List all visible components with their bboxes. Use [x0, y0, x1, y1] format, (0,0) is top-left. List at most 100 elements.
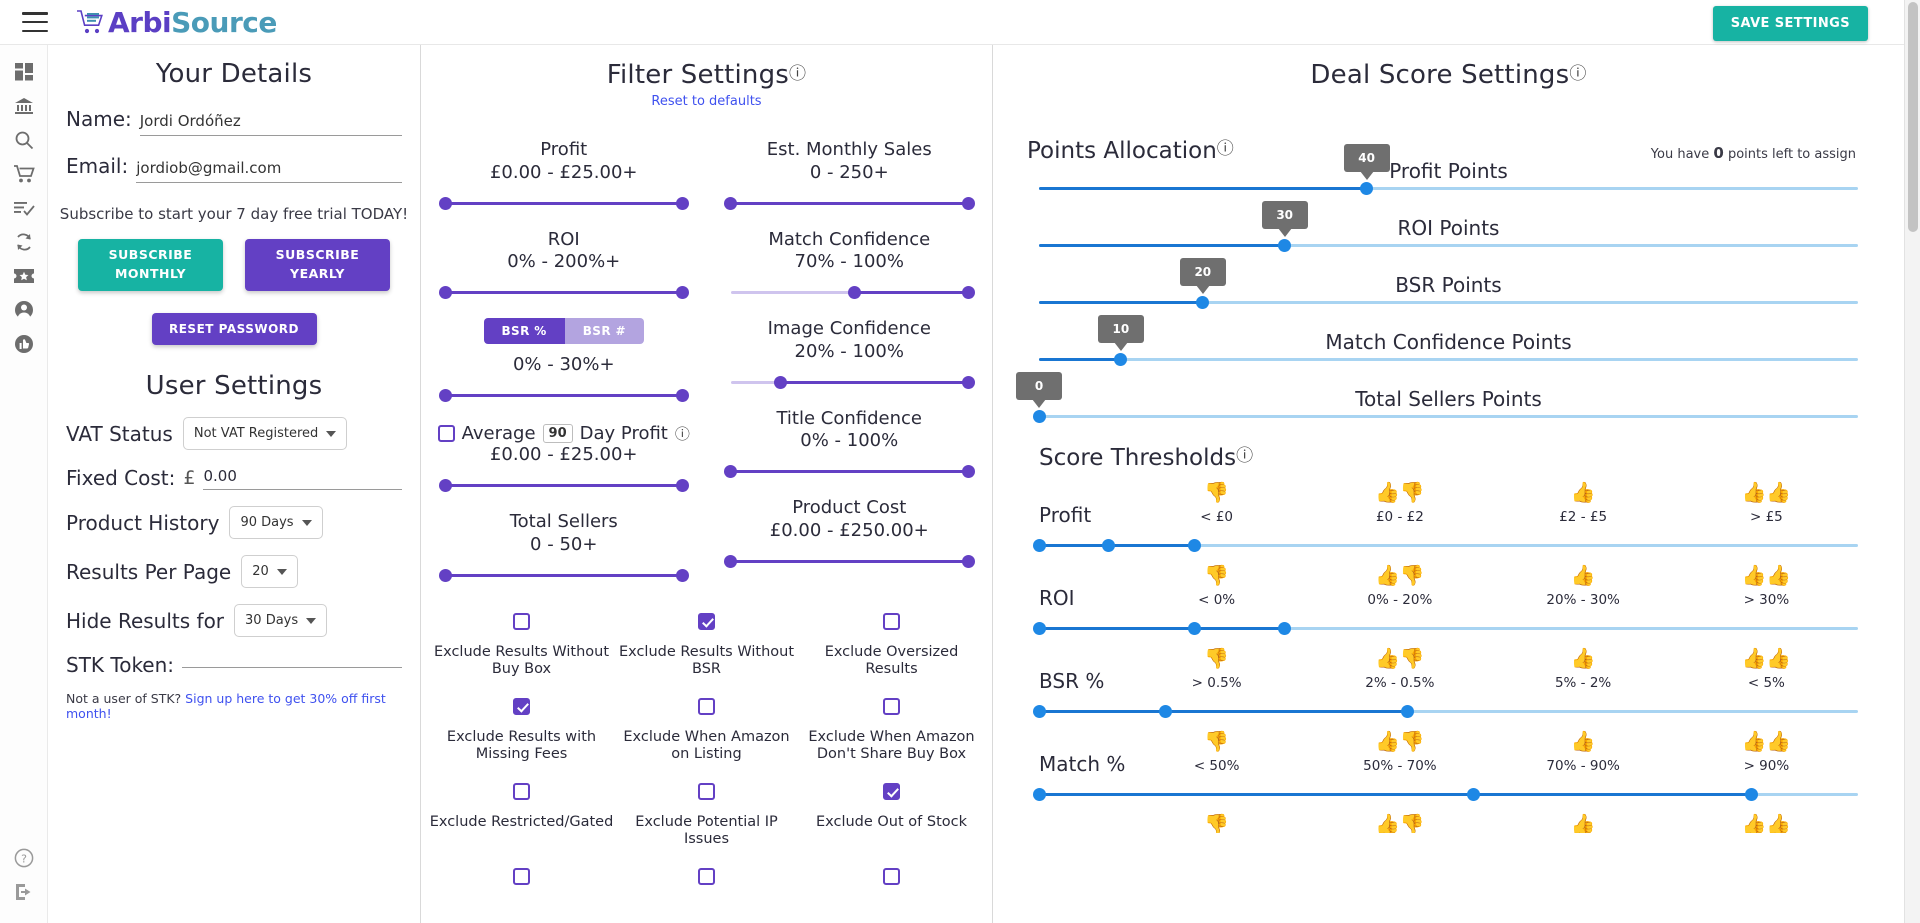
exclude-restricted-checkbox[interactable] — [513, 783, 530, 800]
product-cost-slider[interactable] — [731, 551, 969, 573]
exclude-ip-issues-checkbox[interactable] — [698, 783, 715, 800]
checkbox-cell: Exclude Results with Missing Fees — [429, 698, 614, 763]
trial-text: Subscribe to start your 7 day free trial… — [48, 205, 420, 223]
product-history-value: 90 Days — [240, 515, 293, 530]
hamburger-icon[interactable] — [22, 12, 48, 32]
cart-icon — [76, 8, 106, 36]
profit-points-slider[interactable] — [1039, 182, 1858, 196]
threshold-profit-slider[interactable] — [1039, 539, 1858, 553]
threshold-caption: £2 - £5 — [1492, 509, 1675, 525]
thumbs-up-double-icon: 👍👍 — [1675, 730, 1858, 756]
match-confidence-filter: Match Confidence 70% - 100% — [723, 229, 977, 305]
total-sellers-slider[interactable] — [445, 565, 683, 587]
checkbox-cell: Exclude When Amazon Don't Share Buy Box — [799, 698, 984, 763]
threshold-cell: 👎 < £0 — [1125, 481, 1308, 525]
bsr-value: 0% - 30%+ — [437, 354, 691, 375]
sidebar-item-deals[interactable] — [7, 259, 41, 293]
exclude-amazon-buybox-checkbox[interactable] — [883, 698, 900, 715]
bsr-number-tab[interactable]: BSR # — [565, 318, 644, 344]
threshold-bsr-name: BSR % — [1039, 669, 1104, 693]
name-input[interactable]: Jordi Ordóñez — [140, 112, 402, 136]
exclude-no-bsr-checkbox[interactable] — [698, 613, 715, 630]
extra-checkbox-c[interactable] — [883, 868, 900, 885]
sidebar-item-account[interactable] — [7, 293, 41, 327]
threshold-match-name: Match % — [1039, 752, 1125, 776]
checkbox-cell: Exclude Potential IP Issues — [614, 783, 799, 848]
sidebar-item-list-check[interactable] — [7, 191, 41, 225]
results-per-page-select[interactable]: 20 — [241, 555, 298, 588]
threshold-caption: < £0 — [1125, 509, 1308, 525]
subscribe-monthly-button[interactable]: SUBSCRIBE MONTHLY — [78, 239, 223, 291]
thumbs-up-double-icon: 👍👍 — [1675, 481, 1858, 507]
match-confidence-slider[interactable] — [731, 282, 969, 304]
exclude-no-buybox-checkbox[interactable] — [513, 613, 530, 630]
help-icon[interactable]: ⓘ — [789, 64, 806, 84]
scrollbar-thumb[interactable] — [1908, 2, 1918, 232]
fixed-cost-input[interactable]: 0.00 — [203, 467, 402, 490]
reset-to-defaults-link[interactable]: Reset to defaults — [421, 94, 992, 109]
average-profit-slider[interactable] — [445, 475, 683, 497]
sidebar-item-feedback[interactable] — [7, 327, 41, 361]
extra-checkbox-a[interactable] — [513, 868, 530, 885]
help-icon[interactable]: ⓘ — [675, 423, 690, 444]
profit-slider[interactable] — [445, 193, 683, 215]
help-icon[interactable]: ⓘ — [1236, 446, 1253, 466]
hide-results-select[interactable]: 30 Days — [234, 604, 327, 637]
fixed-cost-label: Fixed Cost: — [66, 466, 175, 490]
exclude-missing-fees-checkbox[interactable] — [513, 698, 530, 715]
sidebar-item-cart[interactable] — [7, 157, 41, 191]
account-icon — [14, 300, 34, 320]
match-confidence-points-slider[interactable] — [1039, 353, 1858, 367]
bsr-slider[interactable] — [445, 385, 683, 407]
total-sellers-points-slider[interactable] — [1039, 410, 1858, 424]
stk-token-input[interactable] — [182, 663, 402, 668]
match-confidence-points-row: Match Confidence Points 10 — [1039, 309, 1858, 366]
profit-filter: Profit £0.00 - £25.00+ — [437, 139, 691, 215]
profit-value: £0.00 - £25.00+ — [437, 162, 691, 183]
product-history-select[interactable]: 90 Days — [229, 506, 322, 539]
roi-slider[interactable] — [445, 282, 683, 304]
extra-checkbox-b[interactable] — [698, 868, 715, 885]
bsr-points-slider[interactable] — [1039, 296, 1858, 310]
threshold-cell: 👍👎 — [1308, 813, 1491, 833]
sidebar-item-help[interactable]: ? — [7, 841, 41, 875]
title-confidence-filter: Title Confidence 0% - 100% — [723, 408, 977, 484]
total-sellers-points-label: Total Sellers Points — [1355, 387, 1542, 411]
sidebar-item-dashboard[interactable] — [7, 55, 41, 89]
email-input[interactable]: jordiob@gmail.com — [136, 159, 402, 183]
threshold-row-partial: 👎 👍👎 👍 👍👍 — [1039, 813, 1858, 833]
sidebar-item-bank[interactable] — [7, 89, 41, 123]
title-confidence-slider[interactable] — [731, 461, 969, 483]
match-confidence-label: Match Confidence — [723, 229, 977, 252]
vat-status-select[interactable]: Not VAT Registered — [183, 417, 347, 450]
your-details-column: Your Details Name: Jordi Ordóñez Email: … — [48, 45, 420, 923]
brand-logo[interactable]: ArbiSource — [76, 6, 277, 39]
threshold-match-slider[interactable] — [1039, 788, 1858, 802]
help-icon[interactable]: ⓘ — [1569, 64, 1586, 84]
average-day-profit-checkbox[interactable] — [438, 425, 455, 442]
dashboard-icon — [14, 62, 34, 82]
average-days-input[interactable]: 90 — [543, 424, 573, 443]
threshold-bsr-slider[interactable] — [1039, 705, 1858, 719]
threshold-roi-slider[interactable] — [1039, 622, 1858, 636]
vat-status-row: VAT Status Not VAT Registered — [48, 417, 420, 450]
reset-password-button[interactable]: RESET PASSWORD — [152, 313, 317, 345]
exclude-amazon-listing-checkbox[interactable] — [698, 698, 715, 715]
sidebar-item-sync[interactable] — [7, 225, 41, 259]
bsr-mode-toggle[interactable]: BSR % BSR # — [437, 318, 691, 344]
exclude-oversized-checkbox[interactable] — [883, 613, 900, 630]
roi-points-slider[interactable] — [1039, 239, 1858, 253]
profit-points-label: Profit Points — [1389, 159, 1508, 183]
image-confidence-slider[interactable] — [731, 372, 969, 394]
subscribe-yearly-button[interactable]: SUBSCRIBE YEARLY — [245, 239, 390, 291]
sidebar-item-logout[interactable] — [7, 875, 41, 909]
exclude-no-bsr-label: Exclude Results Without BSR — [614, 644, 799, 678]
est-monthly-sales-slider[interactable] — [731, 193, 969, 215]
save-settings-button[interactable]: SAVE SETTINGS — [1713, 6, 1868, 41]
threshold-caption: < 50% — [1125, 758, 1308, 774]
bsr-percent-tab[interactable]: BSR % — [484, 318, 565, 344]
page-scrollbar[interactable] — [1904, 0, 1920, 923]
sidebar-item-search[interactable] — [7, 123, 41, 157]
exclude-out-of-stock-checkbox[interactable] — [883, 783, 900, 800]
threshold-cell: 👎 — [1125, 813, 1308, 833]
